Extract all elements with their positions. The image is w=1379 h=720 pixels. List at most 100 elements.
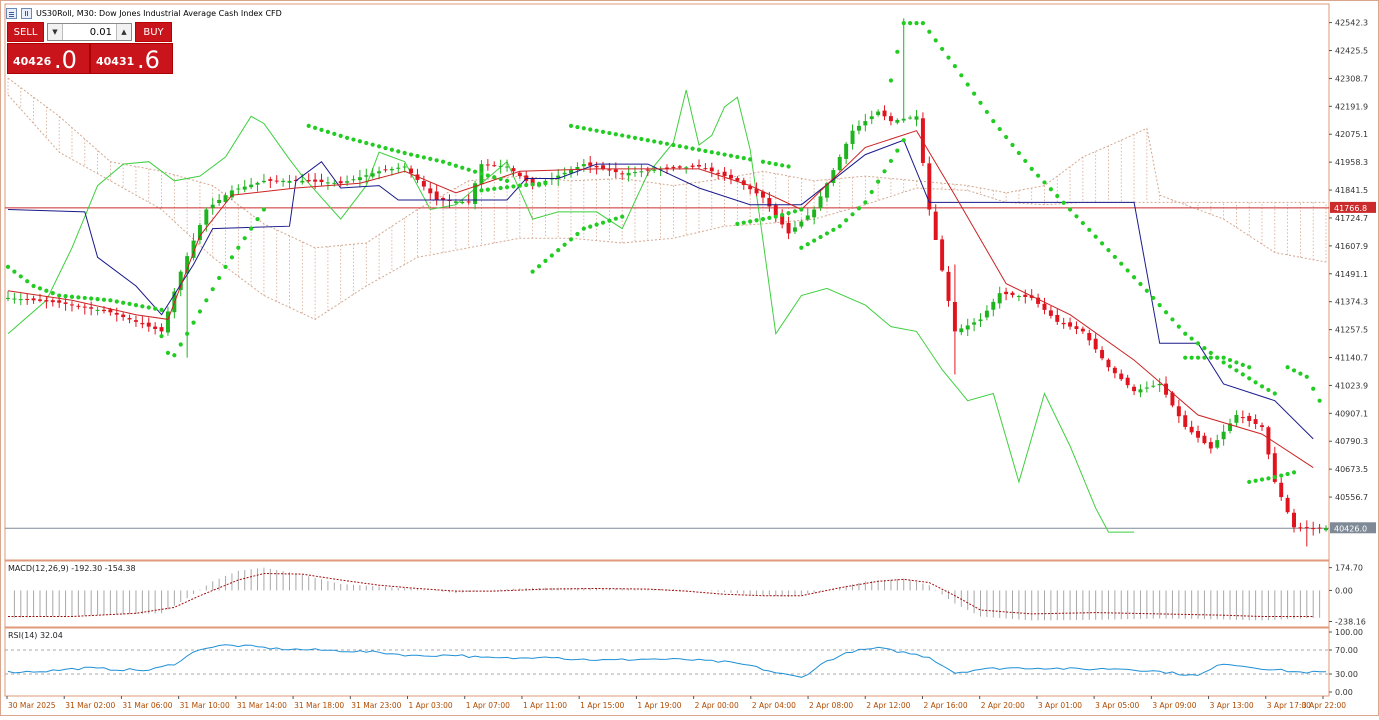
candle-bear[interactable] (882, 110, 887, 117)
candle-bull[interactable] (364, 175, 369, 177)
candle-bull[interactable] (197, 225, 202, 241)
candle-bear[interactable] (594, 165, 599, 168)
candle-bull[interactable] (249, 184, 254, 188)
candle-bear[interactable] (1266, 427, 1271, 455)
candle-bear[interactable] (1240, 417, 1245, 419)
candle-bear[interactable] (1106, 359, 1111, 368)
candle-bull[interactable] (204, 209, 209, 225)
candle-bull[interactable] (498, 165, 503, 167)
chevron-up-icon[interactable]: ▲ (116, 24, 131, 40)
candle-bear[interactable] (50, 300, 55, 303)
candle-bull[interactable] (792, 227, 797, 232)
candle-bull[interactable] (1215, 440, 1220, 448)
candle-bull[interactable] (984, 310, 989, 318)
lot-size-input[interactable]: 0.01 (63, 27, 116, 38)
candle-bull[interactable] (402, 166, 407, 168)
candle-bear[interactable] (1100, 349, 1105, 359)
candle-bear[interactable] (1055, 314, 1060, 322)
candle-bear[interactable] (1279, 482, 1284, 498)
candle-bull[interactable] (799, 221, 804, 227)
candle-bear[interactable] (786, 222, 791, 234)
candle-bull[interactable] (876, 111, 881, 116)
candle-bear[interactable] (114, 312, 119, 315)
candle-bull[interactable] (242, 186, 247, 190)
candle-bear[interactable] (338, 181, 343, 184)
candle-bear[interactable] (511, 168, 516, 172)
candle-bear[interactable] (409, 168, 414, 174)
candle-bull[interactable] (6, 297, 10, 299)
candle-bear[interactable] (434, 191, 439, 200)
candle-bear[interactable] (735, 178, 740, 181)
candle-bull[interactable] (300, 180, 305, 183)
candle-bull[interactable] (261, 180, 266, 183)
candle-bear[interactable] (1061, 322, 1066, 325)
candle-bear[interactable] (946, 271, 951, 301)
candle-bear[interactable] (492, 165, 497, 167)
candle-bear[interactable] (421, 181, 426, 187)
candle-bear[interactable] (697, 164, 701, 167)
candle-bear[interactable] (313, 179, 318, 182)
candle-bear[interactable] (25, 298, 30, 300)
candle-bear[interactable] (1125, 377, 1130, 386)
candle-bear[interactable] (1292, 512, 1296, 528)
candle-bull[interactable] (978, 319, 983, 322)
candle-bear[interactable] (1176, 406, 1181, 417)
candle-bull[interactable] (965, 325, 970, 330)
candle-bull[interactable] (255, 182, 260, 185)
candle-bear[interactable] (1311, 528, 1316, 530)
candle-bear[interactable] (1068, 322, 1073, 327)
candle-bear[interactable] (63, 302, 68, 304)
candle-bear[interactable] (773, 205, 778, 216)
candle-bear[interactable] (940, 239, 945, 271)
candle-bear[interactable] (1093, 338, 1098, 350)
candle-bear[interactable] (620, 173, 625, 175)
candle-bear[interactable] (722, 171, 727, 177)
candle-bear[interactable] (127, 317, 132, 320)
candle-bull[interactable] (818, 196, 823, 208)
candle-bear[interactable] (466, 201, 471, 203)
candle-bear[interactable] (888, 116, 893, 122)
candle-bear[interactable] (1042, 303, 1047, 310)
candle-bear[interactable] (1196, 431, 1201, 438)
candle-bull[interactable] (12, 298, 17, 300)
sell-price-box[interactable]: 40426 .0 (7, 43, 90, 74)
candle-bull[interactable] (18, 299, 23, 301)
candle-bull[interactable] (633, 172, 637, 174)
candle-bear[interactable] (44, 300, 49, 302)
candle-bear[interactable] (1119, 373, 1124, 380)
candle-bull[interactable] (236, 188, 241, 190)
candle-bear[interactable] (1260, 425, 1265, 427)
candle-bull[interactable] (684, 167, 689, 169)
candle-bull[interactable] (1138, 389, 1143, 393)
candle-bear[interactable] (82, 306, 87, 308)
candle-bull[interactable] (505, 166, 510, 168)
candle-bear[interactable] (1004, 291, 1009, 295)
candle-bear[interactable] (69, 304, 74, 306)
candle-bear[interactable] (306, 180, 311, 182)
candle-bull[interactable] (357, 177, 362, 181)
candle-bull[interactable] (389, 168, 394, 171)
candle-bear[interactable] (89, 307, 94, 309)
candle-bull[interactable] (991, 301, 996, 310)
candle-bull[interactable] (869, 116, 874, 120)
candle-bear[interactable] (57, 300, 62, 303)
candle-bull[interactable] (351, 179, 356, 181)
candle-bear[interactable] (671, 166, 676, 169)
candle-bear[interactable] (517, 172, 522, 177)
candle-bear[interactable] (38, 299, 42, 301)
candle-bull[interactable] (856, 125, 861, 131)
candle-bull[interactable] (959, 328, 964, 333)
candle-bear[interactable] (159, 327, 164, 332)
candle-bear[interactable] (665, 167, 669, 169)
candle-bull[interactable] (453, 201, 458, 203)
candle-bear[interactable] (101, 309, 106, 312)
candle-bull[interactable] (812, 209, 817, 218)
candle-bull[interactable] (332, 182, 337, 184)
candle-bear[interactable] (1298, 527, 1303, 529)
candle-bear[interactable] (607, 169, 612, 171)
candle-bear[interactable] (153, 326, 158, 329)
candle-bear[interactable] (728, 174, 733, 179)
candle-bull[interactable] (1324, 528, 1328, 531)
candle-bear[interactable] (952, 302, 957, 332)
candle-bull[interactable] (626, 172, 631, 176)
